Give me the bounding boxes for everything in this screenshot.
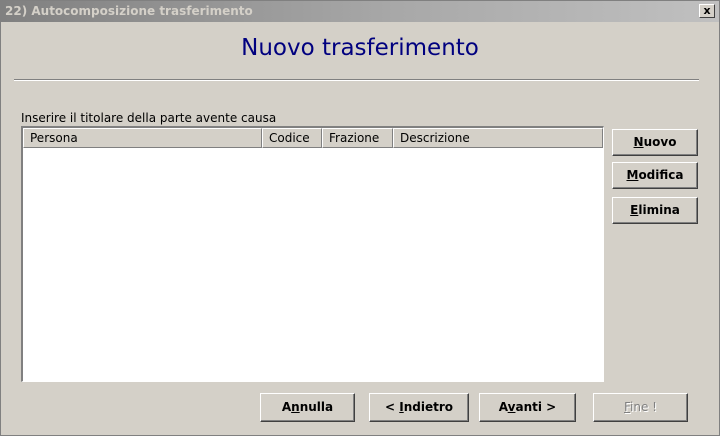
- title-bar[interactable]: 22) Autocomposizione trasferimento x: [1, 1, 719, 22]
- column-header-persona[interactable]: Persona: [23, 128, 262, 148]
- separator: [14, 79, 699, 81]
- cancel-button[interactable]: Annulla: [260, 393, 355, 422]
- button-label: ine !: [630, 400, 657, 414]
- holders-list[interactable]: Persona Codice Frazione Descrizione: [21, 126, 604, 382]
- wizard-dialog: 22) Autocomposizione trasferimento x Nuo…: [0, 0, 720, 436]
- edit-button[interactable]: Modifica: [612, 162, 698, 189]
- mnemonic-letter: M: [626, 168, 639, 182]
- column-header-descrizione[interactable]: Descrizione: [393, 128, 603, 148]
- button-label-prefix: A: [498, 400, 508, 414]
- close-button[interactable]: x: [699, 4, 715, 18]
- mnemonic-letter: n: [291, 400, 300, 414]
- finish-button[interactable]: Fine !: [593, 393, 688, 422]
- back-button[interactable]: < Indietro: [369, 393, 469, 422]
- button-label: nulla: [299, 400, 334, 414]
- mnemonic-letter: N: [633, 135, 644, 149]
- column-header-codice[interactable]: Codice: [262, 128, 322, 148]
- button-label: ndietro: [403, 400, 453, 414]
- button-label-prefix: A: [281, 400, 292, 414]
- list-body[interactable]: [23, 148, 603, 381]
- next-button[interactable]: Avanti >: [479, 393, 576, 422]
- button-label-prefix: <: [385, 400, 400, 414]
- button-label: limina: [638, 203, 680, 217]
- button-label: anti >: [515, 400, 557, 414]
- new-button[interactable]: Nuovo: [612, 129, 698, 156]
- page-title: Nuovo trasferimento: [241, 35, 479, 61]
- window-title: 22) Autocomposizione trasferimento: [5, 4, 253, 18]
- close-icon: x: [703, 4, 711, 17]
- button-label: odifica: [638, 168, 684, 182]
- list-header: Persona Codice Frazione Descrizione: [23, 128, 603, 148]
- instruction-label: Inserire il titolare della parte avente …: [21, 111, 277, 125]
- column-header-frazione[interactable]: Frazione: [322, 128, 393, 148]
- button-label: uovo: [643, 135, 677, 149]
- delete-button[interactable]: Elimina: [612, 197, 698, 224]
